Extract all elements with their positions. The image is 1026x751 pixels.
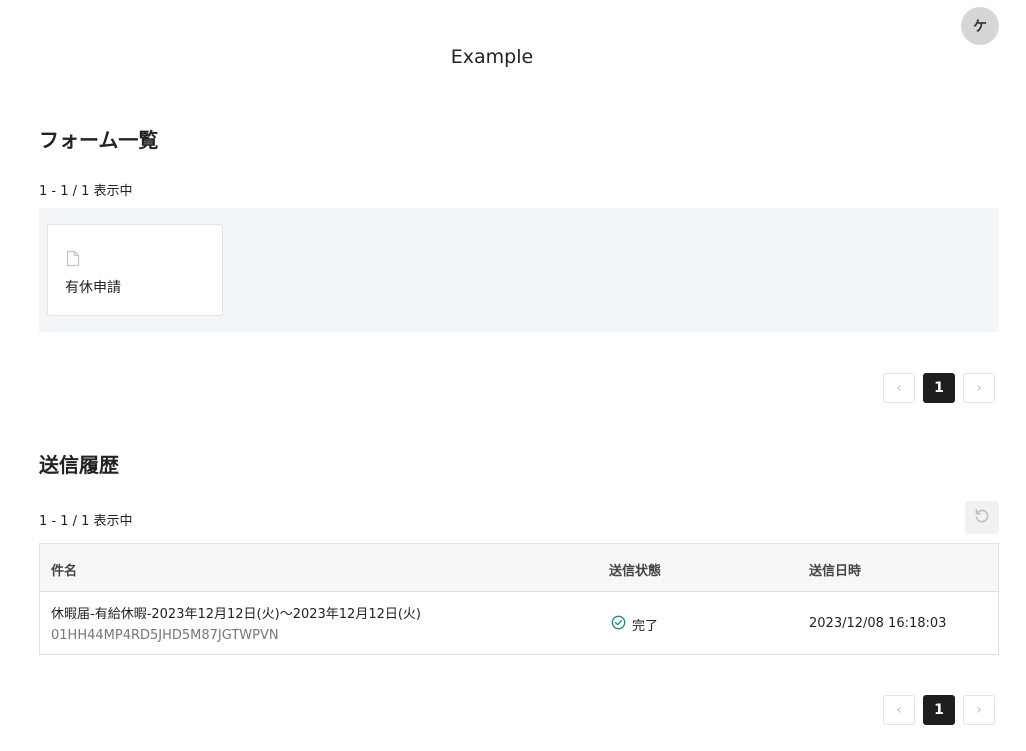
history-section-title: 送信履歴	[39, 453, 119, 477]
form-card[interactable]: 有休申請	[47, 224, 223, 316]
table-row[interactable]: 休暇届-有給休暇-2023年12月12日(火)〜2023年12月12日(火) 0…	[40, 592, 998, 655]
column-header-subject: 件名	[51, 564, 78, 579]
row-subject: 休暇届-有給休暇-2023年12月12日(火)〜2023年12月12日(火)	[51, 607, 422, 622]
history-pagination: ‹ 1 ›	[883, 695, 995, 725]
app-title: Example	[450, 46, 534, 68]
page-1-button[interactable]: 1	[923, 695, 955, 725]
row-sent-at: 2023/12/08 16:18:03	[809, 616, 947, 631]
next-page-button[interactable]: ›	[963, 695, 995, 725]
prev-page-button[interactable]: ‹	[883, 695, 915, 725]
forms-count-text: 1 - 1 / 1 表示中	[39, 184, 133, 199]
status-label: 完了	[632, 619, 659, 634]
forms-pagination: ‹ 1 ›	[883, 373, 995, 403]
document-icon	[66, 250, 80, 271]
prev-page-button[interactable]: ‹	[883, 373, 915, 403]
refresh-button[interactable]	[965, 501, 999, 534]
forms-list: 有休申請	[39, 208, 999, 332]
history-table: 件名 送信状態 送信日時 休暇届-有給休暇-2023年12月12日(火)〜202…	[39, 543, 999, 655]
form-name: 有休申請	[65, 280, 121, 296]
history-count-text: 1 - 1 / 1 表示中	[39, 514, 133, 529]
next-page-button[interactable]: ›	[963, 373, 995, 403]
avatar[interactable]: ケ	[961, 7, 999, 45]
column-header-status: 送信状態	[609, 564, 662, 579]
page-1-button[interactable]: 1	[923, 373, 955, 403]
table-header: 件名 送信状態 送信日時	[40, 544, 998, 592]
column-header-sent-at: 送信日時	[809, 564, 862, 579]
refresh-icon	[973, 507, 991, 529]
page: ケ Example フォーム一覧 1 - 1 / 1 表示中 有休申請 ‹ 1 …	[0, 0, 1026, 751]
row-id: 01HH44MP4RD5JHD5M87JGTWPVN	[51, 628, 279, 643]
status-badge: 完了	[611, 615, 658, 634]
forms-section-title: フォーム一覧	[39, 128, 159, 152]
check-circle-icon	[611, 615, 626, 634]
